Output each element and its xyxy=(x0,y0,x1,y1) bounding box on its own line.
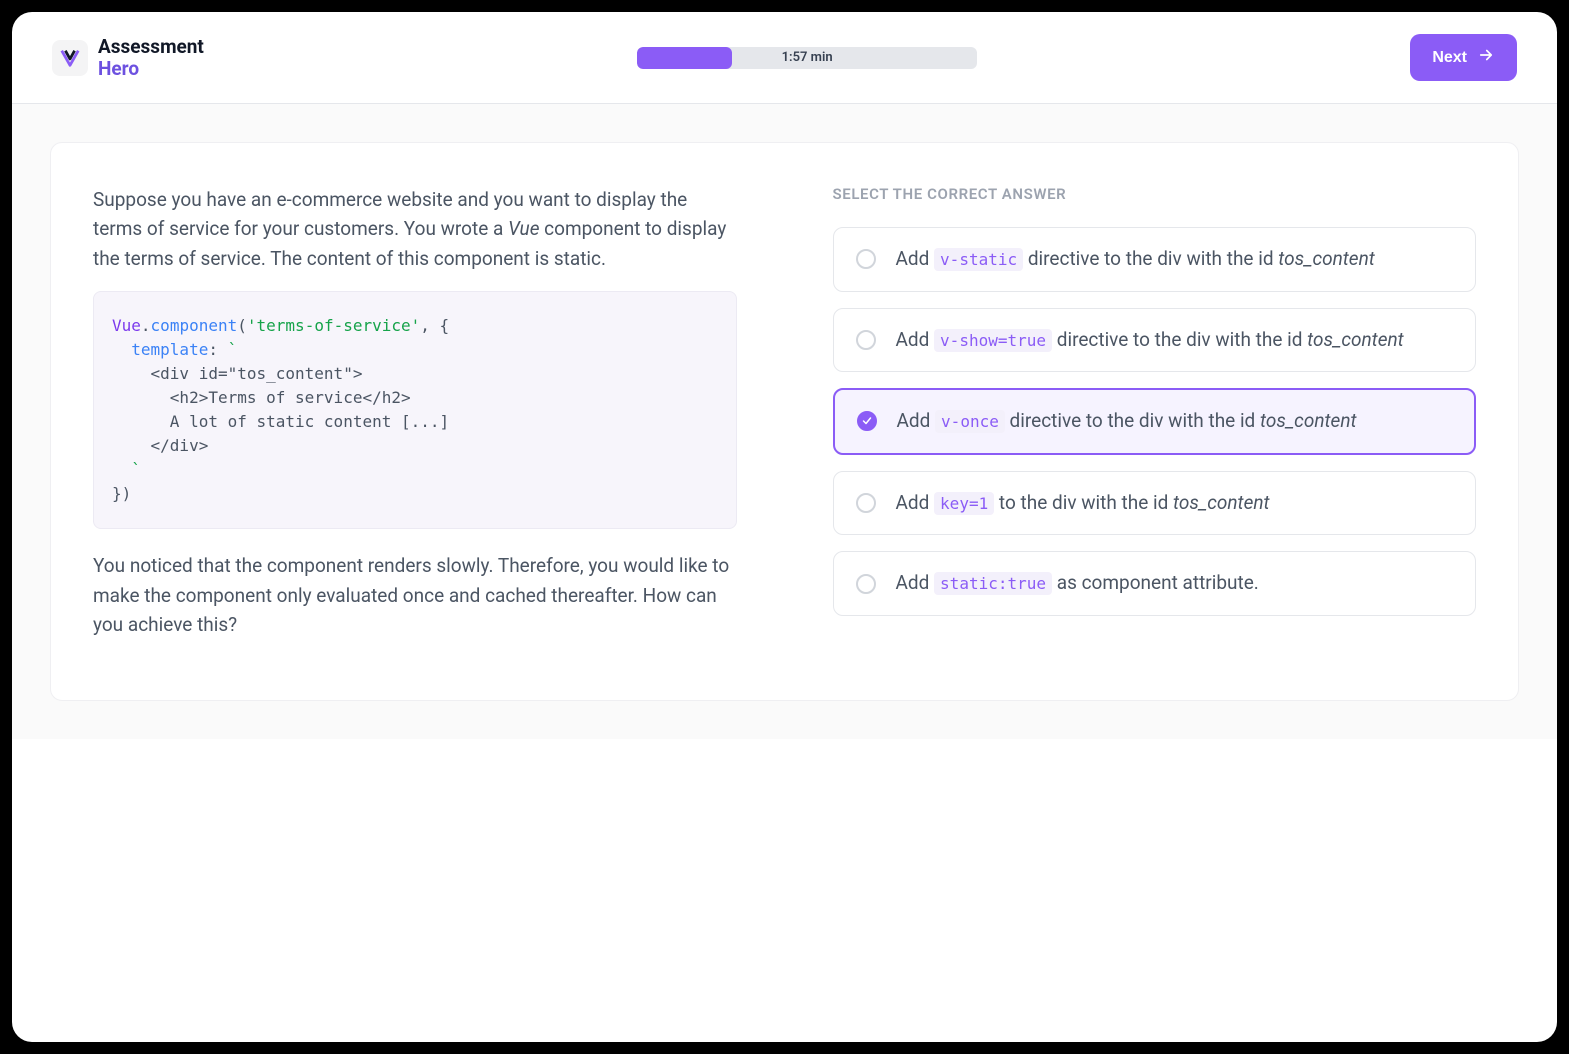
options-list: Add v-static directive to the div with t… xyxy=(833,227,1477,616)
logo-icon xyxy=(52,40,88,76)
code-block: Vue.component('terms-of-service', { temp… xyxy=(93,291,737,529)
progress-wrap: 1:57 min xyxy=(204,47,1410,69)
option-text: Add v-static directive to the div with t… xyxy=(896,246,1375,273)
question-paragraph-1: Suppose you have an e-commerce website a… xyxy=(93,185,737,273)
option-text: Add key=1 to the div with the id tos_con… xyxy=(896,490,1270,517)
answer-option-2[interactable]: Add v-once directive to the div with the… xyxy=(833,388,1477,455)
answer-option-4[interactable]: Add static:true as component attribute. xyxy=(833,551,1477,616)
radio-indicator xyxy=(857,411,877,431)
logo-line1: Assessment xyxy=(98,36,204,58)
next-button[interactable]: Next xyxy=(1410,34,1517,81)
question-pane: Suppose you have an e-commerce website a… xyxy=(93,185,737,658)
radio-indicator xyxy=(856,574,876,594)
option-text: Add v-show=true directive to the div wit… xyxy=(896,327,1404,354)
timer-label: 1:57 min xyxy=(782,50,833,65)
header: Assessment Hero 1:57 min Next xyxy=(12,12,1557,104)
content: Suppose you have an e-commerce website a… xyxy=(12,104,1557,739)
radio-indicator xyxy=(856,330,876,350)
answer-option-3[interactable]: Add key=1 to the div with the id tos_con… xyxy=(833,471,1477,536)
answer-option-0[interactable]: Add v-static directive to the div with t… xyxy=(833,227,1477,292)
option-text: Add v-once directive to the div with the… xyxy=(897,408,1357,435)
answer-option-1[interactable]: Add v-show=true directive to the div wit… xyxy=(833,308,1477,373)
answers-pane: SELECT THE CORRECT ANSWER Add v-static d… xyxy=(833,185,1477,658)
logo-text: Assessment Hero xyxy=(98,36,204,80)
logo-line2: Hero xyxy=(98,58,204,80)
question-paragraph-2: You noticed that the component renders s… xyxy=(93,551,737,639)
arrow-right-icon xyxy=(1477,46,1495,69)
next-button-label: Next xyxy=(1432,49,1467,67)
logo: Assessment Hero xyxy=(52,36,204,80)
question-card: Suppose you have an e-commerce website a… xyxy=(50,142,1519,701)
answers-title: SELECT THE CORRECT ANSWER xyxy=(833,185,1477,203)
option-text: Add static:true as component attribute. xyxy=(896,570,1259,597)
progress-fill xyxy=(637,47,732,69)
app-window: Assessment Hero 1:57 min Next Suppose y xyxy=(12,12,1557,1042)
progress-bar: 1:57 min xyxy=(637,47,977,69)
radio-indicator xyxy=(856,249,876,269)
radio-indicator xyxy=(856,493,876,513)
